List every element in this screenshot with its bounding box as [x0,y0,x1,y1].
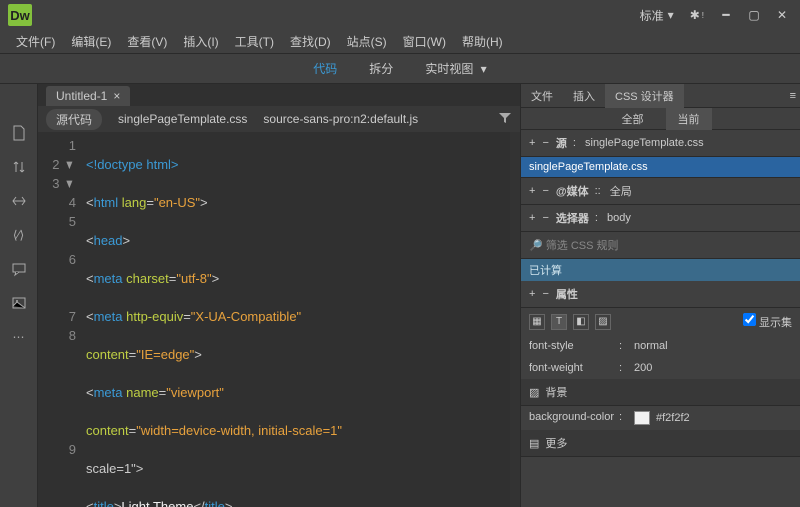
document-tab[interactable]: Untitled-1 × [46,86,130,106]
code-editor[interactable]: 12 ▼3 ▼45 6 78 9 <!doctype html> <html l… [38,132,520,507]
tab-close-icon[interactable]: × [113,89,120,103]
properties-section: + − 属性 [521,281,800,308]
panel-tab-insert[interactable]: 插入 [563,84,605,108]
view-live-button[interactable]: 实时视图 ▾ [417,56,494,81]
remove-media-icon[interactable]: − [542,185,548,197]
view-split-button[interactable]: 拆分 [361,56,401,81]
updown-icon[interactable] [10,158,28,176]
related-files-bar: 源代码 singlePageTemplate.css source-sans-p… [38,106,520,132]
panel-menu-icon[interactable]: ≡ [790,90,796,102]
layout-cat-icon[interactable]: ▦ [529,314,545,330]
menubar: 文件(F) 编辑(E) 查看(V) 插入(I) 工具(T) 查找(D) 站点(S… [0,30,800,54]
file-icon[interactable] [10,124,28,142]
bg-cat-icon[interactable]: ▨ [595,314,611,330]
computed-header: 已计算 [521,259,800,281]
app-logo: Dw [8,4,32,26]
image-icon[interactable] [10,294,28,312]
prop-font-weight[interactable]: font-weight:200 [521,357,800,379]
remove-prop-icon[interactable]: − [542,288,548,300]
showset-checkbox[interactable]: 显示集 [743,313,792,330]
selectors-section: + − 选择器: body [521,205,800,232]
css-mode-tabs: 全部 当前 [521,108,800,130]
left-sidebar: ⟨∕⟩ ⋯ [0,84,38,507]
menu-help[interactable]: 帮助(H) [454,33,511,50]
sources-label: 源 [556,135,567,151]
media-label: @媒体 [556,183,589,199]
media-section: + − @媒体:: 全局 [521,178,800,205]
source-code-button[interactable]: 源代码 [46,109,102,130]
prop-bg-color[interactable]: background-color:#f2f2f2 [521,406,800,430]
css-tab-all[interactable]: 全部 [610,108,656,130]
sources-section: + − 源: singlePageTemplate.css [521,130,800,157]
view-toolbar: 代码 拆分 实时视图 ▾ [0,54,800,84]
panel-tabs: 文件 插入 CSS 设计器 ≡ [521,84,800,108]
menu-edit[interactable]: 编辑(E) [63,33,119,50]
add-selector-icon[interactable]: + [529,212,535,224]
editor-area: Untitled-1 × 源代码 singlePageTemplate.css … [38,84,520,507]
menu-insert[interactable]: 插入(I) [175,33,226,50]
titlebar: Dw 标准 ▾ ✱! ━ ▢ ✕ [0,0,800,30]
tab-title: Untitled-1 [56,89,107,103]
menu-site[interactable]: 站点(S) [339,33,395,50]
view-code-button[interactable]: 代码 [305,56,345,81]
css-tab-current[interactable]: 当前 [666,108,712,130]
remove-source-icon[interactable]: − [542,137,548,149]
right-panel: 文件 插入 CSS 设计器 ≡ 全部 当前 + − 源: singlePageT… [520,84,800,507]
more-header[interactable]: ▤更多 [521,430,800,457]
menu-view[interactable]: 查看(V) [119,33,175,50]
minimize-button[interactable]: ━ [712,5,740,25]
scrollbar[interactable] [510,132,520,507]
selectors-value: body [607,212,631,224]
add-prop-icon[interactable]: + [529,288,535,300]
text-cat-icon[interactable]: T [551,314,567,330]
color-swatch[interactable] [634,411,650,425]
category-icons: ▦ T ◧ ▨ 显示集 [521,308,800,335]
maximize-button[interactable]: ▢ [740,5,768,25]
panel-tab-file[interactable]: 文件 [521,84,563,108]
border-cat-icon[interactable]: ◧ [573,314,589,330]
panel-tab-css[interactable]: CSS 设计器 [605,84,684,108]
properties-label: 属性 [556,286,578,302]
comment-icon[interactable] [10,260,28,278]
sync-gear-icon[interactable]: ✱! [682,0,712,30]
menu-tools[interactable]: 工具(T) [227,33,282,50]
related-css[interactable]: singlePageTemplate.css [118,112,247,126]
brackets-icon[interactable]: ⟨∕⟩ [10,226,28,244]
add-source-icon[interactable]: + [529,137,535,149]
document-tabs: Untitled-1 × [38,84,520,106]
menu-file[interactable]: 文件(F) [8,33,63,50]
close-button[interactable]: ✕ [768,5,796,25]
add-media-icon[interactable]: + [529,185,535,197]
bg-icon: ▨ [529,386,539,399]
background-header: ▨背景 [521,379,800,406]
prop-font-style[interactable]: font-style:normal [521,335,800,357]
source-file-item[interactable]: singlePageTemplate.css [521,157,800,178]
filter-input[interactable]: 🔎 筛选 CSS 规则 [521,232,800,259]
remove-selector-icon[interactable]: − [542,212,548,224]
related-js[interactable]: source-sans-pro:n2:default.js [263,112,418,126]
workspace-dropdown[interactable]: 标准 ▾ [632,0,682,30]
line-gutter: 12 ▼3 ▼45 6 78 9 [38,132,86,507]
menu-find[interactable]: 查找(D) [282,33,339,50]
filter-icon[interactable] [498,111,512,128]
more-icon: ▤ [529,437,539,450]
selectors-label: 选择器 [556,210,589,226]
media-value: 全局 [610,183,632,199]
wand-icon[interactable] [10,192,28,210]
more-icon[interactable]: ⋯ [10,328,28,346]
code-lines: <!doctype html> <html lang="en-US"> <hea… [86,132,510,507]
sources-value: singlePageTemplate.css [585,137,704,149]
menu-window[interactable]: 窗口(W) [395,33,454,50]
